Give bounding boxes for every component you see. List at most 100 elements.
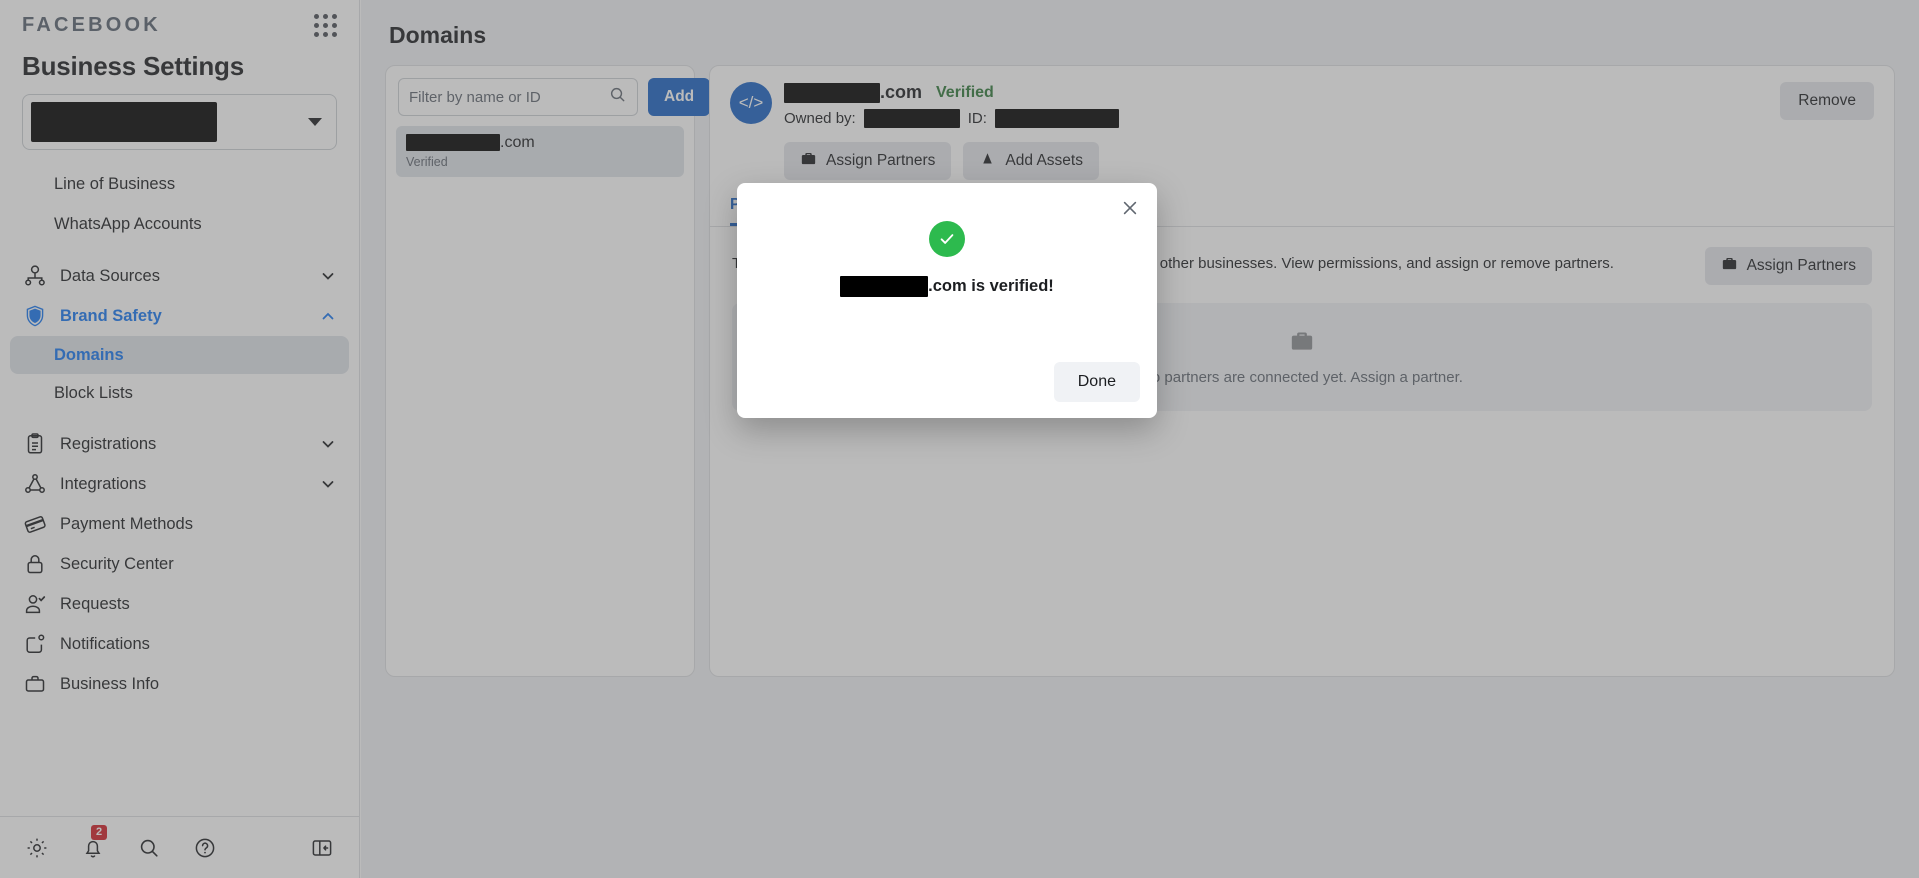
integrations-icon	[22, 471, 48, 497]
list-item[interactable]: .com Verified	[396, 126, 684, 177]
gear-icon[interactable]	[22, 833, 52, 863]
app-root: FACEBOOK Business Settings Line of Busin…	[0, 0, 1919, 878]
business-info-icon	[22, 671, 48, 697]
assign-partners-label: Assign Partners	[1746, 257, 1856, 275]
remove-button[interactable]: Remove	[1780, 82, 1874, 120]
collapse-panel-icon[interactable]	[307, 833, 337, 863]
main-content: Domains Add	[361, 0, 1919, 878]
sidebar-nav: Line of Business WhatsApp Accounts Data …	[0, 164, 359, 816]
sidebar-item-label: Security Center	[60, 554, 174, 573]
filter-row: Add	[396, 78, 710, 126]
verification-success-dialog: .com is verified! Done	[737, 183, 1157, 418]
search-icon[interactable]	[608, 85, 627, 109]
detail-header: </> .com Verified Owned by: ID: Remove	[710, 66, 1894, 129]
chevron-down-icon	[308, 118, 322, 126]
sidebar-item-label: Line of Business	[54, 174, 176, 193]
bell-icon[interactable]: 2	[78, 824, 108, 863]
clipboard-icon	[22, 431, 48, 457]
sidebar-item-label: Block Lists	[54, 383, 133, 402]
chevron-up-icon	[319, 307, 337, 325]
sidebar-item-block-lists[interactable]: Block Lists	[10, 374, 349, 412]
domain-name: .com	[406, 134, 674, 152]
sidebar-item-registrations[interactable]: Registrations	[10, 424, 349, 464]
add-assets-chip[interactable]: Add Assets	[963, 142, 1099, 181]
sidebar-item-label: Notifications	[60, 634, 150, 653]
id-label: ID:	[967, 110, 987, 128]
user-check-icon	[22, 591, 48, 617]
detail-header-texts: .com Verified Owned by: ID:	[784, 82, 1780, 129]
sidebar-item-security-center[interactable]: Security Center	[10, 544, 349, 584]
sidebar-item-business-info[interactable]: Business Info	[10, 664, 349, 704]
domain-name-redacted	[406, 134, 500, 152]
assign-partners-button[interactable]: Assign Partners	[1704, 247, 1872, 286]
detail-title-row: .com Verified	[784, 82, 1780, 104]
sidebar-item-line-of-business[interactable]: Line of Business	[10, 164, 349, 204]
domain-suffix: .com	[500, 134, 535, 151]
sidebar-item-integrations[interactable]: Integrations	[10, 464, 349, 504]
sidebar-item-requests[interactable]: Requests	[10, 584, 349, 624]
chevron-down-icon	[319, 475, 337, 493]
sidebar-item-data-sources[interactable]: Data Sources	[10, 256, 349, 296]
credit-card-icon	[22, 511, 48, 537]
owner-redacted	[863, 109, 960, 129]
sidebar-item-label: Business Info	[60, 674, 160, 693]
sidebar-item-label: Payment Methods	[60, 514, 193, 533]
briefcase-icon	[800, 150, 817, 172]
sidebar-item-brand-safety[interactable]: Brand Safety	[10, 296, 349, 336]
search-icon[interactable]	[134, 833, 164, 863]
chip-label: Assign Partners	[826, 152, 936, 170]
sidebar-item-label: Registrations	[60, 434, 157, 453]
business-selector[interactable]	[22, 94, 337, 150]
sidebar-item-label: Integrations	[60, 474, 147, 493]
sidebar-item-domains[interactable]: Domains	[10, 336, 349, 374]
facebook-wordmark: FACEBOOK	[22, 14, 161, 36]
notification-icon	[22, 631, 48, 657]
notification-badge: 2	[91, 824, 108, 840]
shield-icon	[22, 303, 48, 329]
briefcase-icon	[1721, 255, 1738, 277]
sidebar-item-label: Requests	[60, 594, 130, 613]
help-icon[interactable]	[190, 833, 220, 863]
check-circle-icon	[929, 221, 965, 257]
sidebar-item-label: Brand Safety	[60, 306, 162, 325]
status-badge: Verified	[936, 83, 994, 101]
sidebar-item-notifications[interactable]: Notifications	[10, 624, 349, 664]
assign-partners-chip[interactable]: Assign Partners	[784, 142, 952, 181]
sidebar-item-label: Data Sources	[60, 266, 160, 285]
chip-label: Add Assets	[1005, 152, 1083, 170]
dialog-domain-redacted	[840, 276, 929, 297]
add-button[interactable]: Add	[648, 78, 710, 116]
business-name-redacted	[31, 102, 217, 142]
dialog-message: .com is verified!	[840, 276, 1054, 297]
sidebar-top-bar: FACEBOOK	[0, 0, 359, 43]
detail-domain-name: .com	[784, 82, 923, 104]
app-grid-icon[interactable]	[314, 14, 337, 37]
filter-input-wrapper[interactable]	[398, 78, 638, 116]
owned-by-label: Owned by:	[784, 110, 856, 128]
empty-state-text: No partners are connected yet. Assign a …	[1141, 369, 1463, 387]
close-icon[interactable]	[1117, 195, 1143, 221]
detail-header-actions: Remove	[1780, 82, 1874, 128]
partners-panel-action: Assign Partners	[1704, 247, 1872, 286]
code-icon: </>	[730, 82, 772, 124]
id-redacted	[994, 109, 1119, 129]
detail-domain-suffix: .com	[880, 82, 923, 102]
detail-meta-row: Owned by: ID:	[784, 109, 1780, 129]
done-button[interactable]: Done	[1053, 362, 1140, 402]
detail-action-chips: Assign Partners Add Assets	[710, 128, 1894, 181]
sidebar-item-payment-methods[interactable]: Payment Methods	[10, 504, 349, 544]
chevron-down-icon	[319, 435, 337, 453]
sidebar-item-label: Domains	[54, 345, 124, 364]
chevron-down-icon	[319, 267, 337, 285]
sidebar-bottom-bar: 2	[0, 816, 359, 878]
page-title-business-settings: Business Settings	[22, 51, 244, 81]
domains-list-panel: Add .com Verified	[385, 65, 710, 677]
search-input[interactable]	[409, 88, 608, 106]
detail-domain-redacted	[784, 83, 880, 104]
domain-status: Verified	[406, 155, 448, 169]
sidebar-item-label: WhatsApp Accounts	[54, 214, 202, 233]
dialog-footer: Done	[1053, 362, 1140, 402]
sidebar-item-whatsapp-accounts[interactable]: WhatsApp Accounts	[10, 204, 349, 244]
